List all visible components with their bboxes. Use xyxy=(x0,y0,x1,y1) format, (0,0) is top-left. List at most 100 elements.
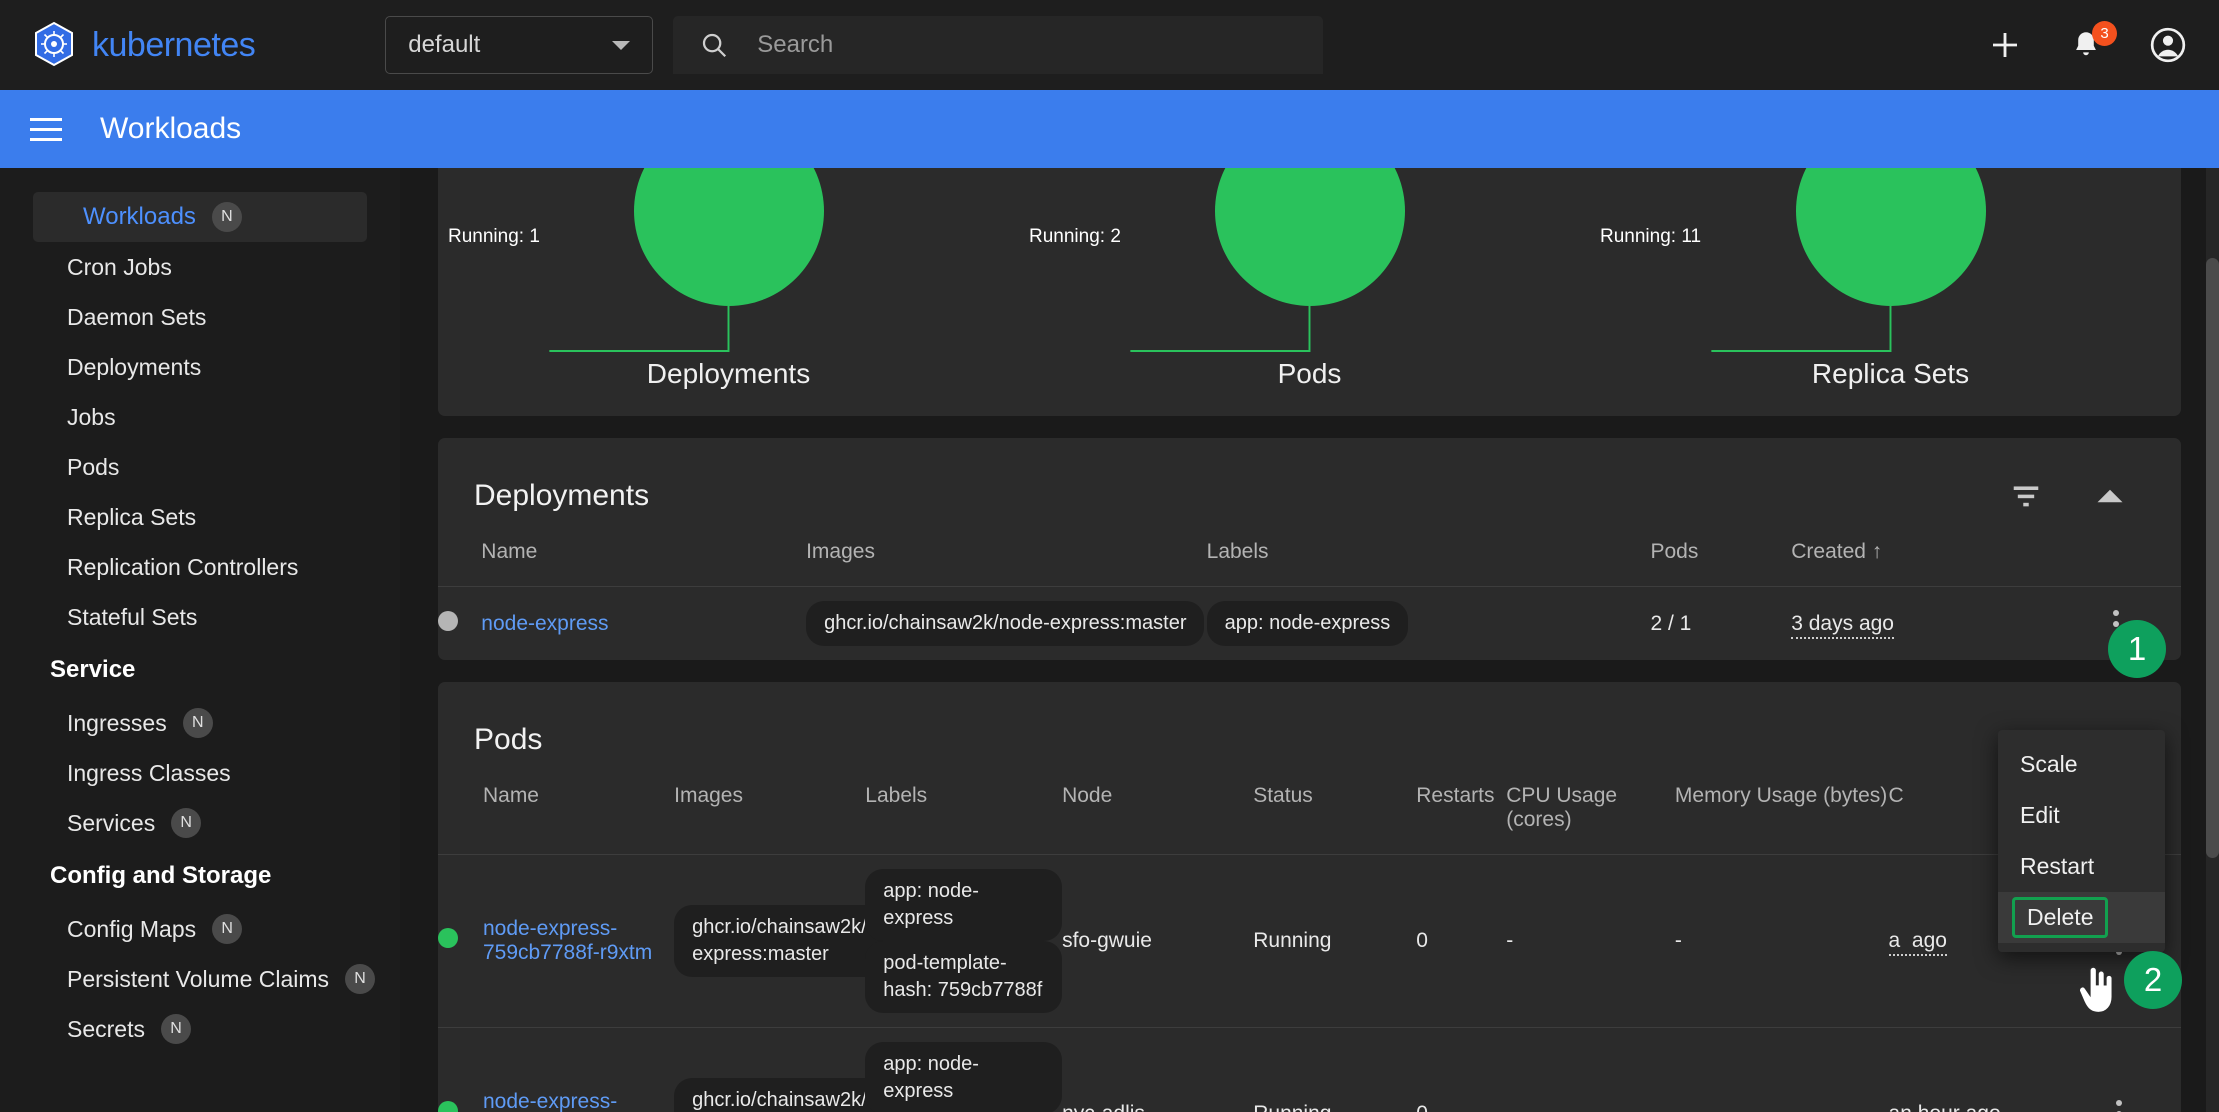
status-chart-pods: Running: 2 Pods xyxy=(1019,168,1600,416)
chart-title: Deployments xyxy=(646,358,811,389)
deployment-name-link[interactable]: node-express xyxy=(481,612,608,635)
sidebar-item-replica-sets[interactable]: Replica Sets xyxy=(0,492,400,542)
labels-chip: app: node-express xyxy=(1206,601,1409,646)
chevron-up-icon[interactable] xyxy=(2095,485,2125,507)
sidebar-item-persistent-volume-claims[interactable]: Persistent Volume Claims N xyxy=(0,954,400,1004)
annotation-badge-1: 1 xyxy=(2108,620,2166,678)
sidebar-item-badge: N xyxy=(182,708,213,738)
add-button[interactable] xyxy=(1987,27,2023,63)
labels-cell: app: node-expresspod-template-hash: 759c… xyxy=(865,854,1063,1028)
pod-name-cell: node-express-759cb7788f-cr4vs xyxy=(482,1027,675,1112)
status-cell: Running xyxy=(1253,1027,1417,1112)
status-chart-replica-sets: Running: 11 Replica Sets xyxy=(1600,168,2181,416)
context-menu-item-delete[interactable]: Delete xyxy=(1998,892,2165,943)
table-header-cell[interactable]: Created ↑ xyxy=(1791,524,2051,587)
cpu-usage-cell: - xyxy=(1506,1027,1675,1112)
table-header-cell[interactable]: Pods xyxy=(1651,524,1792,587)
status-dot-icon xyxy=(438,610,458,631)
notifications-button[interactable]: 3 xyxy=(2069,21,2117,62)
status-cell: Running xyxy=(1253,854,1417,1028)
table-header-cell xyxy=(2051,524,2181,587)
sidebar-item-label: Cron Jobs xyxy=(67,253,172,280)
table-row[interactable]: node-express-759cb7788f-r9xtm ghcr.io/cha… xyxy=(438,854,2181,1028)
sidebar-item-badge: N xyxy=(160,1014,191,1044)
restarts-cell: 0 xyxy=(1416,854,1507,1028)
account-button[interactable] xyxy=(2149,26,2187,64)
context-menu-item-label: Delete xyxy=(2012,897,2109,938)
sidebar-item-jobs[interactable]: Jobs xyxy=(0,392,400,442)
sidebar-item-label: Pods xyxy=(67,453,120,480)
status-bubble xyxy=(1795,168,1986,306)
sidebar-item-deployments[interactable]: Deployments xyxy=(0,342,400,392)
sidebar-item-badge: N xyxy=(345,964,376,994)
pods-card: Pods Name Images Labels Node Status Restarts C… xyxy=(438,682,2181,1112)
images-cell: ghcr.io/chainsaw2k/node-express:master xyxy=(674,1027,936,1112)
table-header-cell[interactable]: Images xyxy=(806,524,1207,587)
sidebar-item-stateful-sets[interactable]: Stateful Sets xyxy=(0,592,400,642)
cpu-usage-cell: - xyxy=(1506,854,1675,1028)
restarts-cell: 0 xyxy=(1416,1027,1507,1112)
table-header-cell xyxy=(438,768,483,855)
sidebar-item-badge: N xyxy=(171,808,202,838)
namespace-selector[interactable]: default xyxy=(385,16,654,74)
table-header-cell[interactable]: Labels xyxy=(1207,524,1651,587)
status-bubble xyxy=(1214,168,1405,306)
table-row[interactable]: node-express ghcr.io/chainsaw2k/node-expr… xyxy=(438,586,2181,660)
kubernetes-logo-icon xyxy=(35,21,73,67)
hamburger-icon[interactable] xyxy=(30,117,62,141)
search-bar[interactable]: Search xyxy=(673,16,1324,74)
table-header-cell[interactable]: Labels xyxy=(865,768,1062,855)
search-input[interactable]: Search xyxy=(757,31,833,59)
table-header-cell[interactable]: Images xyxy=(674,768,865,855)
sidebar-group-service: Service xyxy=(0,642,400,698)
pod-name-link[interactable]: node-express-759cb7788f-cr4vs xyxy=(483,1090,650,1112)
sidebar-item-services[interactable]: Services N xyxy=(0,798,400,848)
sidebar-item-secrets[interactable]: Secrets N xyxy=(0,1004,400,1054)
status-indicator-cell xyxy=(438,854,483,1028)
chart-legend: Running: 1 xyxy=(448,226,540,247)
sidebar-item-pods[interactable]: Pods xyxy=(0,442,400,492)
table-header-cell[interactable]: Node xyxy=(1062,768,1253,855)
sidebar-group-label: Service xyxy=(50,656,136,683)
sidebar-item-cron-jobs[interactable]: Cron Jobs xyxy=(0,242,400,292)
images-cell: ghcr.io/chainsaw2k/node-express:master xyxy=(674,854,936,1028)
vertical-scrollbar-thumb[interactable] xyxy=(2206,258,2219,858)
annotation-badge-2: 2 xyxy=(2124,951,2182,1009)
deployments-title: Deployments xyxy=(474,479,650,512)
table-header-cell[interactable]: Memory Usage (bytes) xyxy=(1675,768,1889,855)
sidebar-item-config-maps[interactable]: Config Maps N xyxy=(0,904,400,954)
top-bar-actions: 3 xyxy=(1987,21,2187,64)
context-menu-item-label: Edit xyxy=(2020,802,2060,828)
memory-usage-cell: - xyxy=(1674,1027,1889,1112)
kebab-menu-icon[interactable] xyxy=(2057,1100,2181,1112)
table-header-cell[interactable]: Name xyxy=(481,524,806,587)
context-menu-item-edit[interactable]: Edit xyxy=(1998,790,2165,841)
brand-logo-group[interactable]: kubernetes xyxy=(30,21,256,69)
sidebar-item-ingresses[interactable]: Ingresses N xyxy=(0,698,400,748)
sidebar-item-label: Replica Sets xyxy=(67,503,197,530)
table-header-cell[interactable]: Status xyxy=(1253,768,1416,855)
pod-name-link[interactable]: node-express-759cb7788f-r9xtm xyxy=(483,917,652,964)
chart-title: Replica Sets xyxy=(1811,358,1970,389)
sidebar-item-daemon-sets[interactable]: Daemon Sets xyxy=(0,292,400,342)
sidebar-item-label: Persistent Volume Claims xyxy=(67,965,330,992)
table-header-cell[interactable]: CPU Usage (cores) xyxy=(1506,768,1675,855)
sidebar-item-badge: N xyxy=(211,202,242,232)
context-menu-item-restart[interactable]: Restart xyxy=(1998,841,2165,892)
labels-cell: app: node-express xyxy=(1206,586,1651,660)
labels-chip: pod-template-hash: 759cb7788f xyxy=(865,941,1063,1013)
sidebar-item-ingress-classes[interactable]: Ingress Classes xyxy=(0,748,400,798)
table-header-cell xyxy=(438,524,481,587)
table-row[interactable]: node-express-759cb7788f-cr4vs ghcr.io/cha… xyxy=(438,1027,2181,1112)
table-header-cell[interactable]: Restarts xyxy=(1416,768,1506,855)
status-bubble xyxy=(633,168,824,306)
filter-icon[interactable] xyxy=(2009,481,2043,511)
leader-line xyxy=(1130,306,1311,352)
table-header-cell[interactable]: Name xyxy=(483,768,674,855)
labels-chip: app: node-express xyxy=(865,869,1063,941)
context-menu-item-scale[interactable]: Scale xyxy=(1998,739,2165,790)
sidebar-item-workloads[interactable]: Workloads N xyxy=(33,192,367,242)
sidebar-group-config-and-storage: Config and Storage xyxy=(0,848,400,904)
sidebar-item-replication-controllers[interactable]: Replication Controllers xyxy=(0,542,400,592)
sidebar-item-label: Stateful Sets xyxy=(67,603,198,630)
